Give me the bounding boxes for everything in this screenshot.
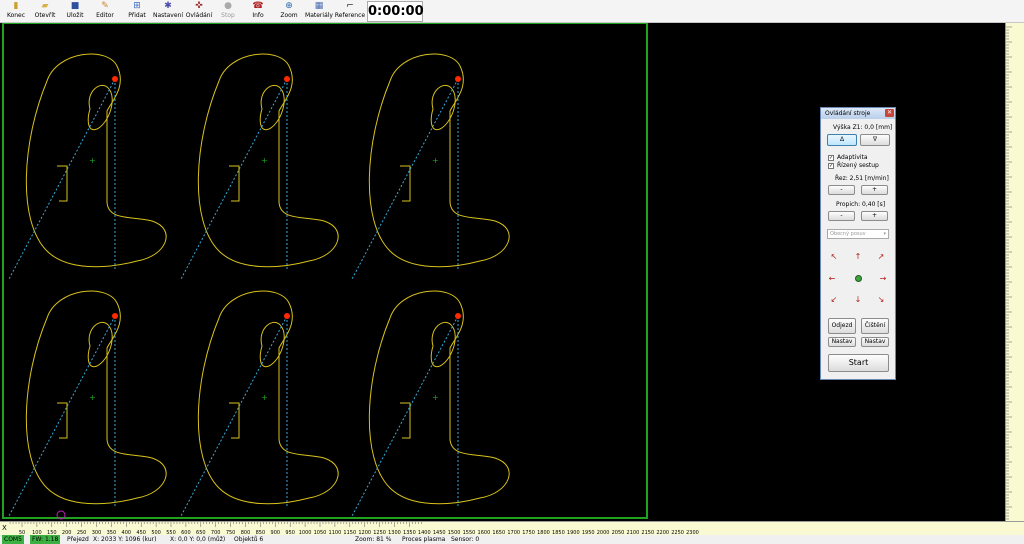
zoom-button[interactable]: ⊕ Zoom [276, 1, 302, 22]
horizontal-ruler-ticks: 50 100 150 200 250 300 350 400 450 500 550 600 650 70… [9, 522, 699, 536]
svg-text:+: + [89, 156, 96, 165]
nastav-left-button[interactable]: Nastav [828, 337, 856, 347]
torch-down-button[interactable]: ∇ [860, 134, 890, 146]
rizeny-sestup-checkbox[interactable]: ✓ [828, 163, 834, 169]
rizeny-sestup-label: Řízený sestup [837, 162, 879, 169]
chevron-down-icon: ▾ [883, 231, 886, 237]
zoom-status: Zoom: 81 % [355, 536, 392, 543]
part-4: + [8, 290, 167, 517]
vertical-ruler-ticks [1006, 26, 1012, 520]
editor-icon: ✎ [101, 1, 109, 11]
cut-speed-minus-button[interactable]: - [828, 185, 855, 195]
open-button[interactable]: ▰ Otevřít [31, 1, 59, 22]
home-center-icon[interactable] [855, 275, 862, 282]
main-toolbar: ▮ Konec ▰ Otevřít ■ Uložit ✎ Editor ⊞ Př… [0, 0, 1024, 23]
motion-mode-select[interactable]: Obecný posuv ▾ [827, 229, 889, 239]
machine-coords: X: 0,0 Y: 0,0 (můž) [170, 536, 226, 543]
exit-icon: ▮ [13, 1, 19, 11]
nastav-right-button[interactable]: Nastav [861, 337, 889, 347]
zoom-icon: ⊕ [285, 1, 293, 11]
cisteni-button[interactable]: Čištění [861, 318, 889, 334]
reference-button[interactable]: ⌐ Reference [334, 1, 366, 22]
part-2: + [180, 53, 339, 280]
sheet-border [2, 23, 648, 519]
job-timer: 0:00:00 [367, 1, 424, 22]
status-bar: COM5 FW: 1.18 Přejezd X: 2033 Y: 1096 (k… [0, 535, 1024, 544]
machine-control-panel: Ovládání stroje ✕ Výška Z1: 0,0 [mm] Δ ∇… [820, 107, 896, 380]
cut-speed-label: Řez: 2,51 [m/min] [835, 175, 889, 182]
part-5: + [180, 290, 339, 517]
firmware-status: FW: 1.18 [30, 535, 61, 544]
svg-text:+: + [261, 156, 268, 165]
info-icon: ☎ [252, 1, 264, 11]
cursor-coords: X: 2033 Y: 1096 (kur) [93, 536, 157, 543]
arrow-left-icon[interactable]: ← [827, 274, 837, 284]
control-button[interactable]: ✜ Ovládání [184, 1, 214, 22]
mode-status: Přejezd [67, 536, 89, 543]
process-status: Proces plasma [402, 536, 446, 543]
adaptivita-checkbox[interactable]: ✓ [828, 155, 834, 161]
svg-text:+: + [261, 393, 268, 402]
settings-icon: ✱ [164, 1, 172, 11]
panel-title: Ovládání stroje [825, 110, 871, 117]
save-button[interactable]: ■ Uložit [62, 1, 88, 22]
close-icon[interactable]: ✕ [885, 109, 894, 117]
settings-button[interactable]: ✱ Nastavení [152, 1, 184, 22]
arrow-right-icon[interactable]: → [878, 274, 888, 284]
editor-button[interactable]: ✎ Editor [91, 1, 119, 22]
arrow-up-icon[interactable]: ↑ [853, 252, 863, 262]
arrow-up-right-icon[interactable]: ↗ [876, 252, 886, 262]
arrow-down-right-icon[interactable]: ↘ [876, 295, 886, 305]
vertical-ruler [1005, 23, 1024, 521]
svg-text:+: + [432, 393, 439, 402]
odjezd-button[interactable]: Odjezd [828, 318, 856, 334]
cut-speed-plus-button[interactable]: + [861, 185, 888, 195]
part-1: + [8, 53, 167, 280]
arrow-down-left-icon[interactable]: ↙ [829, 295, 839, 305]
pierce-minus-button[interactable]: - [828, 211, 855, 221]
add-icon: ⊞ [133, 1, 141, 11]
materials-icon: ▦ [314, 1, 324, 11]
part-6: + [351, 290, 510, 517]
motion-mode-value: Obecný posuv [830, 231, 866, 237]
object-count: Objektů 6 [234, 536, 264, 543]
stop-icon: ● [224, 1, 232, 11]
exit-button[interactable]: ▮ Konec [3, 1, 29, 22]
materials-button[interactable]: ▦ Materiály [305, 1, 333, 22]
horizontal-ruler: X 50 100 150 200 250 300 350 400 450 500 550 600 650… [0, 521, 1024, 536]
info-button[interactable]: ☎ Info [246, 1, 270, 22]
sensor-status: Sensor: 0 [451, 536, 480, 543]
part-3: + [351, 53, 510, 280]
pierce-label: Propich: 0,40 [s] [836, 201, 886, 208]
arrow-up-left-icon[interactable]: ↖ [829, 252, 839, 262]
svg-text:+: + [89, 393, 96, 402]
pierce-plus-button[interactable]: + [861, 211, 888, 221]
stop-button[interactable]: ● Stop [216, 1, 240, 22]
svg-text:+: + [432, 156, 439, 165]
panel-title-bar[interactable]: Ovládání stroje ✕ [821, 108, 895, 119]
arrow-down-icon[interactable]: ↓ [853, 295, 863, 305]
folder-open-icon: ▰ [41, 1, 49, 11]
start-button[interactable]: Start [828, 354, 889, 372]
add-button[interactable]: ⊞ Přidat [124, 1, 150, 22]
port-status: COM5 [2, 535, 24, 544]
height-label: Výška Z1: 0,0 [mm] [833, 124, 893, 131]
torch-up-button[interactable]: Δ [827, 134, 857, 146]
save-icon: ■ [70, 1, 80, 11]
adaptivita-label: Adaptivita [837, 154, 868, 161]
control-icon: ✜ [195, 1, 203, 11]
reference-icon: ⌐ [346, 1, 354, 11]
